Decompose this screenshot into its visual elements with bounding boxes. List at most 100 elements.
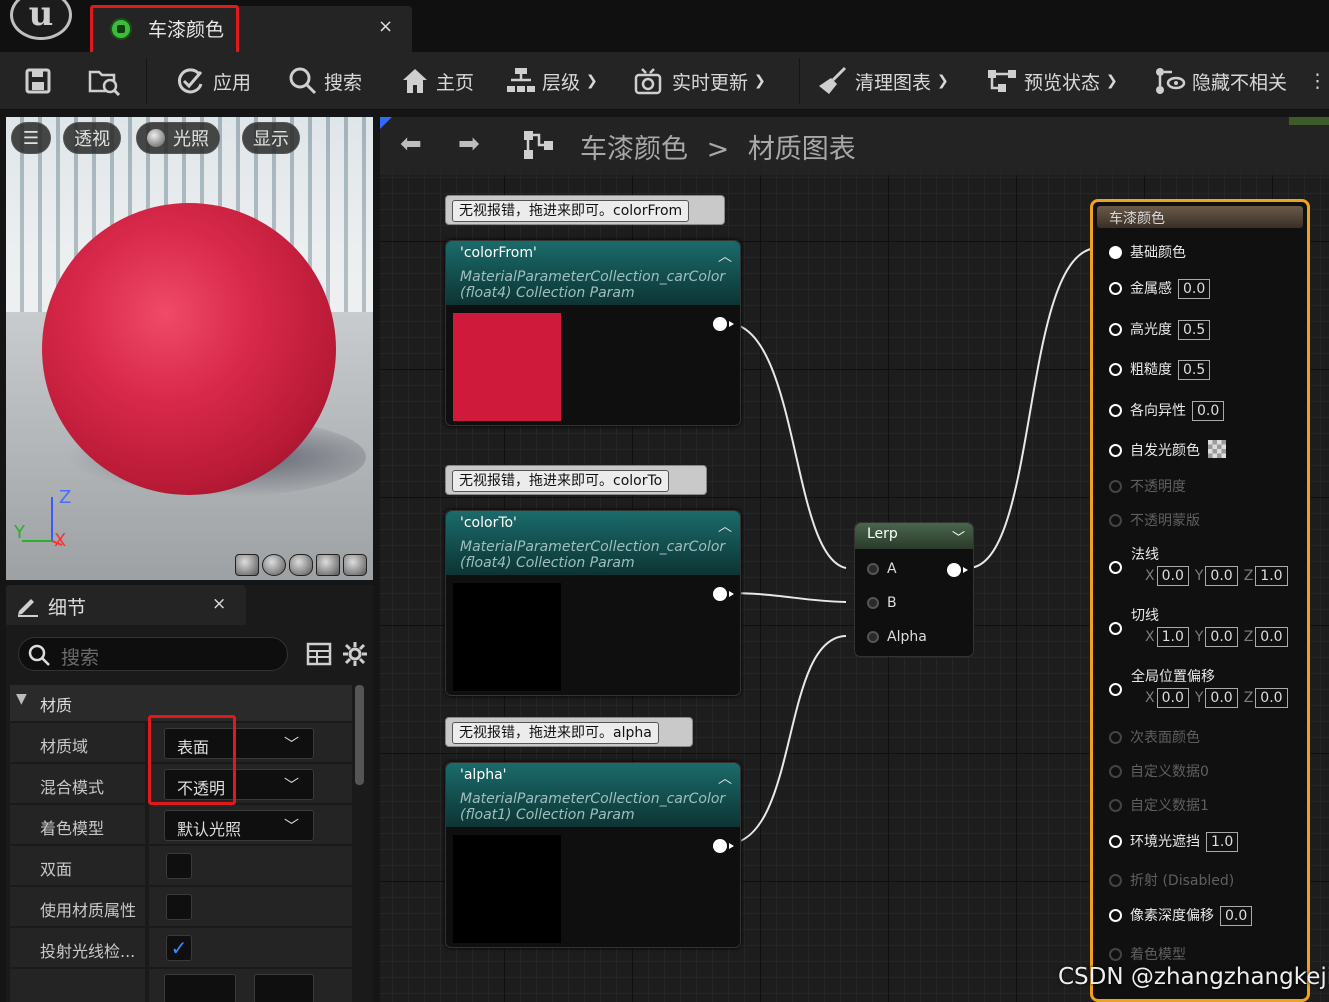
input-pin[interactable]	[1109, 561, 1122, 574]
details-search-input[interactable]: 搜索	[18, 637, 288, 671]
input-pin[interactable]	[1109, 622, 1122, 635]
breadcrumb-asset[interactable]: 车漆颜色	[580, 134, 688, 165]
input-base-color[interactable]: 基础颜色	[1109, 242, 1186, 262]
shading-model-dropdown[interactable]: 默认光照 ﹀	[164, 810, 314, 841]
input-pin[interactable]	[1109, 909, 1122, 922]
live-update-button[interactable]: 实时更新 ❯	[634, 65, 766, 97]
hide-unrelated-button[interactable]: 隐藏不相关	[1154, 65, 1287, 97]
lighting-button[interactable]: 光照	[136, 122, 220, 154]
input-ambient-occlusion[interactable]: 环境光遮挡 1.0	[1109, 831, 1239, 852]
comment-box[interactable]: 无视报错，拖进来即可。colorFrom	[445, 195, 725, 225]
output-pin[interactable]	[713, 839, 734, 853]
plane-preview-icon[interactable]	[289, 554, 313, 576]
param-node-alpha[interactable]: 'alpha' MaterialParameterCollection_carC…	[445, 762, 741, 948]
partial-dropdown[interactable]	[254, 974, 314, 1002]
collapse-icon[interactable]: ︿	[718, 246, 732, 266]
hide-unrelated-label: 隐藏不相关	[1192, 71, 1288, 94]
input-pixel-depth-offset[interactable]: 像素深度偏移 0.0	[1109, 905, 1253, 926]
home-button[interactable]: 主页	[400, 65, 474, 97]
input-roughness[interactable]: 粗糙度 0.5	[1109, 359, 1211, 380]
preview-viewport[interactable]: ☰ 透视 光照 显示 Z X Y	[6, 117, 373, 580]
input-tangent[interactable]	[1109, 621, 1130, 637]
collapse-icon[interactable]: ︿	[718, 516, 732, 536]
collapse-icon[interactable]: ︿	[718, 768, 732, 788]
details-tab[interactable]: 细节 ×	[6, 585, 246, 625]
input-pin[interactable]	[1109, 363, 1122, 376]
input-world-position-offset[interactable]	[1109, 682, 1130, 698]
output-pin[interactable]	[947, 563, 968, 577]
input-pin-a[interactable]	[867, 563, 879, 575]
table-view-icon[interactable]	[306, 642, 332, 666]
lerp-node[interactable]: Lerp ﹀ A B Alpha	[854, 522, 974, 657]
value-field[interactable]: 1.0	[1255, 566, 1288, 586]
material-result-node[interactable]: 车漆颜色 基础颜色 金属感 0.0 高光度 0.5 粗糙度 0.5 各向异性 0.0 自…	[1090, 199, 1310, 1002]
value-field[interactable]: 0.0	[1192, 401, 1225, 421]
input-pin-alpha[interactable]	[867, 631, 879, 643]
back-arrow-icon[interactable]: ⬅	[400, 129, 422, 159]
value-field[interactable]: 0.0	[1178, 279, 1211, 299]
use-material-attributes-checkbox[interactable]	[166, 894, 192, 920]
input-pin[interactable]	[1109, 282, 1122, 295]
unreal-logo-icon[interactable]: u	[10, 0, 72, 40]
partial-field[interactable]	[164, 974, 236, 1002]
input-pin[interactable]	[1109, 683, 1122, 696]
viewport-menu-button[interactable]: ☰	[11, 122, 51, 154]
clean-graph-button[interactable]: 清理图表 ❯	[817, 65, 949, 97]
output-pin[interactable]	[713, 587, 734, 601]
input-pin[interactable]	[1109, 444, 1122, 457]
chevron-down-icon[interactable]: ﹀	[952, 527, 965, 546]
value-field[interactable]: 0.0	[1205, 566, 1238, 586]
tangent-vector: X 1.0 Y 0.0 Z 0.0	[1145, 627, 1294, 647]
value-field[interactable]: 0.5	[1178, 360, 1211, 380]
value-field[interactable]: 0.0	[1156, 566, 1189, 586]
param-node-colorfrom[interactable]: 'colorFrom' MaterialParameterCollection_…	[445, 240, 741, 426]
two-sided-checkbox[interactable]	[166, 853, 192, 879]
comment-box[interactable]: 无视报错，拖进来即可。alpha	[445, 717, 693, 747]
comment-box[interactable]: 无视报错，拖进来即可。colorTo	[445, 465, 707, 495]
value-field[interactable]: 1.0	[1206, 832, 1239, 852]
details-scrollbar[interactable]	[355, 685, 364, 785]
value-field[interactable]: 1.0	[1156, 627, 1189, 647]
settings-gear-icon[interactable]	[342, 641, 368, 667]
save-button[interactable]	[24, 65, 58, 97]
value-field[interactable]: 0.0	[1205, 688, 1238, 708]
input-anisotropy[interactable]: 各向异性 0.0	[1109, 400, 1225, 421]
preview-state-button[interactable]: 预览状态 ❯	[986, 65, 1118, 97]
checker-swatch-icon[interactable]	[1208, 440, 1226, 458]
input-pin[interactable]	[1109, 404, 1122, 417]
search-button[interactable]: 搜索	[288, 65, 362, 97]
details-close-button[interactable]: ×	[212, 594, 226, 614]
hierarchy-button[interactable]: 层级 ❯	[506, 65, 598, 97]
output-pin[interactable]	[713, 317, 734, 331]
input-pin[interactable]	[1109, 323, 1122, 336]
input-specular[interactable]: 高光度 0.5	[1109, 319, 1211, 340]
value-field[interactable]: 0.0	[1205, 627, 1238, 647]
teapot-preview-icon[interactable]	[343, 554, 367, 576]
input-emissive-color[interactable]: 自发光颜色	[1109, 440, 1226, 460]
forward-arrow-icon[interactable]: ➡	[458, 129, 480, 159]
input-metallic[interactable]: 金属感 0.0	[1109, 278, 1211, 299]
value-field[interactable]: 0.5	[1178, 320, 1211, 340]
browse-button[interactable]	[88, 65, 128, 97]
value-field[interactable]: 0.0	[1255, 688, 1288, 708]
cast-ray-traced-shadows-checkbox[interactable]: ✓	[166, 935, 192, 961]
input-pin-b[interactable]	[867, 597, 879, 609]
input-pin[interactable]	[1109, 835, 1122, 848]
sphere-preview-icon[interactable]	[262, 554, 286, 576]
input-normal[interactable]	[1109, 560, 1130, 576]
cylinder-preview-icon[interactable]	[235, 554, 259, 576]
param-node-colorto[interactable]: 'colorTo' MaterialParameterCollection_ca…	[445, 510, 741, 696]
value-field[interactable]: 0.0	[1255, 627, 1288, 647]
tab-close-button[interactable]: ×	[378, 16, 393, 37]
value-field[interactable]: 0.0	[1220, 906, 1253, 926]
property-label: 投射光线检...	[40, 942, 136, 961]
cube-preview-icon[interactable]	[316, 554, 340, 576]
show-button[interactable]: 显示	[242, 122, 300, 154]
input-pin[interactable]	[1109, 246, 1122, 259]
material-graph[interactable]: ⬅ ➡ 车漆颜色 > 材质图表 无视报错，拖进来即可。colorFrom 无视报…	[380, 117, 1329, 1002]
perspective-button[interactable]: 透视	[63, 122, 121, 154]
apply-button[interactable]: 应用	[175, 65, 251, 97]
node-title: 'alpha'	[460, 767, 507, 783]
value-field[interactable]: 0.0	[1156, 688, 1189, 708]
more-options-button[interactable]: ⋮	[1308, 65, 1327, 97]
